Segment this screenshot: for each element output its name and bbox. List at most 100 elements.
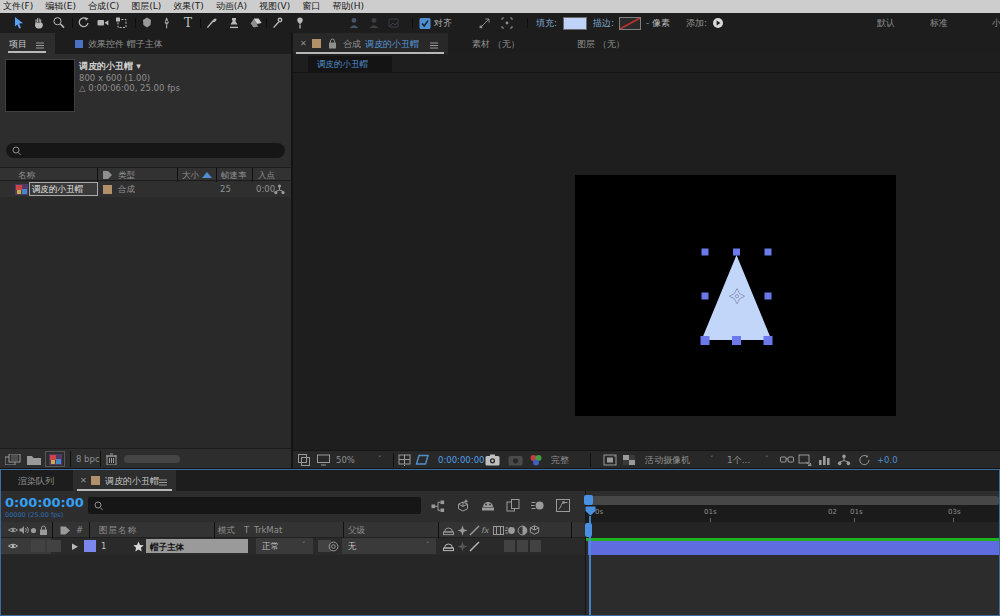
column-t[interactable]: T — [244, 526, 249, 535]
parent-pickwhip-icon[interactable] — [328, 541, 339, 552]
workspace-default[interactable]: 默认 — [877, 19, 895, 28]
column-name[interactable]: 名称 — [18, 171, 35, 180]
timeline-current-time[interactable]: 0:00:00:00 — [5, 495, 84, 510]
camera-view-select[interactable]: 活动摄像机 — [645, 456, 690, 465]
workspace-small[interactable]: 小 — [992, 19, 1000, 28]
project-row-comp[interactable]: 调皮的小丑帽 合成 25 0:00 — [0, 182, 291, 197]
project-list-empty[interactable] — [0, 197, 291, 448]
puppet-pin-tool-icon[interactable] — [293, 16, 307, 30]
column-inpoint[interactable]: 入点 — [258, 171, 275, 180]
draft-3d-icon[interactable] — [456, 499, 470, 512]
timeline-h-scrollbar[interactable] — [588, 496, 999, 505]
audio-icon[interactable] — [19, 525, 29, 535]
resolution-select[interactable]: 完整 — [551, 456, 569, 465]
add-label[interactable]: 添加: — [686, 19, 707, 28]
layer-parent-select[interactable]: 无 — [348, 542, 357, 551]
align-label[interactable]: 对齐 — [434, 19, 452, 28]
view-layout-select[interactable]: 1个... — [727, 456, 750, 465]
timeline-columns-icon[interactable] — [818, 454, 832, 466]
layer-mode-select[interactable]: 正常 — [262, 542, 279, 551]
layer-name[interactable]: 帽子主体 — [150, 542, 184, 554]
fill-label[interactable]: 填充: — [536, 19, 557, 28]
motion-blur-icon[interactable] — [531, 499, 545, 512]
shy-layers-icon[interactable] — [481, 499, 495, 512]
view-layout-chevron-icon[interactable]: ˅ — [765, 456, 769, 463]
graph-editor-icon[interactable] — [556, 499, 570, 512]
text-tool-icon[interactable]: T — [181, 16, 195, 30]
snapshot-layers-icon[interactable] — [298, 454, 311, 466]
add-menu-icon[interactable] — [712, 17, 726, 31]
comp-panel-menu-icon[interactable] — [430, 42, 440, 50]
interpret-footage-icon[interactable] — [5, 454, 21, 465]
label-column-icon[interactable] — [60, 526, 71, 535]
project-search-input[interactable] — [6, 143, 285, 158]
goggles-icon[interactable] — [780, 454, 794, 466]
time-ruler[interactable]: 0s 01s 02 01s 03s — [586, 505, 999, 522]
mini-flowchart-icon[interactable] — [431, 500, 445, 512]
zoom-tool-icon[interactable] — [52, 16, 66, 30]
layer-visibility-icon[interactable] — [8, 542, 18, 550]
project-menu-icon[interactable] — [36, 42, 46, 50]
layer-parent-chevron[interactable]: ˅ — [426, 542, 430, 549]
rotation-tool-icon[interactable] — [77, 16, 91, 30]
transparency-grid-icon[interactable] — [622, 454, 636, 466]
delete-icon[interactable] — [106, 453, 117, 465]
switch-quality-icon[interactable] — [469, 525, 480, 536]
tab-comp-prefix[interactable]: 合成 — [343, 40, 361, 49]
new-folder-icon[interactable] — [27, 454, 41, 465]
stroke-px-label[interactable]: 像素 — [652, 19, 670, 28]
exposure-value[interactable]: +0.0 — [877, 456, 898, 465]
layer-switch-shy[interactable] — [443, 541, 454, 552]
column-mode[interactable]: 模式 — [218, 526, 235, 535]
switch-3d-icon[interactable] — [529, 525, 540, 536]
switch-frame-blend-icon[interactable] — [493, 525, 504, 536]
switch-adjustment-icon[interactable] — [517, 525, 528, 536]
lock-icon[interactable] — [328, 38, 337, 49]
playhead-line[interactable] — [589, 516, 591, 615]
comp-title[interactable]: 调皮的小丑帽 ▾ — [79, 62, 141, 71]
roto-brush-tool-icon[interactable] — [271, 16, 285, 30]
lock-column-icon[interactable] — [39, 525, 48, 536]
switch-collapse-icon[interactable] — [457, 525, 468, 536]
reset-exposure-icon[interactable] — [858, 454, 871, 466]
tag-icon[interactable] — [102, 170, 113, 180]
column-framerate[interactable]: 帧速率 — [221, 171, 247, 180]
node-scale-icon[interactable] — [478, 16, 492, 30]
project-row-name[interactable]: 调皮的小丑帽 — [32, 185, 83, 194]
comp-view-area[interactable] — [293, 73, 1000, 450]
layer-label-swatch[interactable] — [84, 540, 96, 552]
tab-project-label[interactable]: 项目 — [9, 40, 27, 49]
layer-row[interactable]: 1 帽子主体 正常 ˅ 无 ˅ — [1, 538, 586, 555]
clone-stamp-tool-icon[interactable] — [227, 16, 241, 30]
menu-window[interactable]: 窗口 — [302, 0, 320, 13]
timeline-tab-close-icon[interactable]: ✕ — [80, 477, 87, 485]
snapshot-camera-icon[interactable] — [485, 454, 500, 466]
layer-expand-arrow[interactable] — [71, 543, 79, 551]
column-type[interactable]: 类型 — [118, 171, 135, 180]
free-transform-icon[interactable] — [500, 16, 514, 30]
menu-layer[interactable]: 图层(L) — [131, 0, 161, 13]
menu-effect[interactable]: 效果(T) — [173, 0, 204, 13]
frame-blending-icon[interactable] — [506, 499, 520, 512]
pen-tool-icon[interactable] — [160, 16, 174, 30]
tab-timeline-comp-label[interactable]: 调皮的小丑帽 — [105, 477, 159, 486]
eraser-tool-icon[interactable] — [249, 16, 263, 30]
region-of-interest-icon[interactable] — [415, 454, 430, 466]
column-size[interactable]: 大小 — [182, 171, 199, 180]
comp-subtab-label[interactable]: 调皮的小丑帽 — [317, 60, 368, 69]
menu-edit[interactable]: 编辑(E) — [45, 0, 76, 13]
new-composition-icon[interactable] — [49, 454, 62, 465]
tab-render-queue[interactable]: 渲染队列 — [18, 477, 54, 486]
pan-behind-tool-icon[interactable] — [115, 16, 129, 30]
switch-motion-blur-icon[interactable] — [505, 525, 516, 536]
align-checkbox-icon[interactable] — [418, 16, 432, 30]
comp-current-time[interactable]: 0:00:00:00 — [438, 456, 484, 465]
target-region-icon[interactable] — [603, 454, 617, 466]
brush-tool-icon[interactable] — [205, 16, 219, 30]
tab-layer[interactable]: 图层 （无） — [577, 40, 625, 49]
layer-duration-bar[interactable] — [588, 541, 999, 555]
layer-mode-chevron[interactable]: ˅ — [302, 542, 306, 549]
work-area-start-handle[interactable] — [584, 495, 593, 505]
sort-ascending-icon[interactable] — [202, 172, 212, 179]
menu-view[interactable]: 视图(V) — [259, 0, 290, 13]
